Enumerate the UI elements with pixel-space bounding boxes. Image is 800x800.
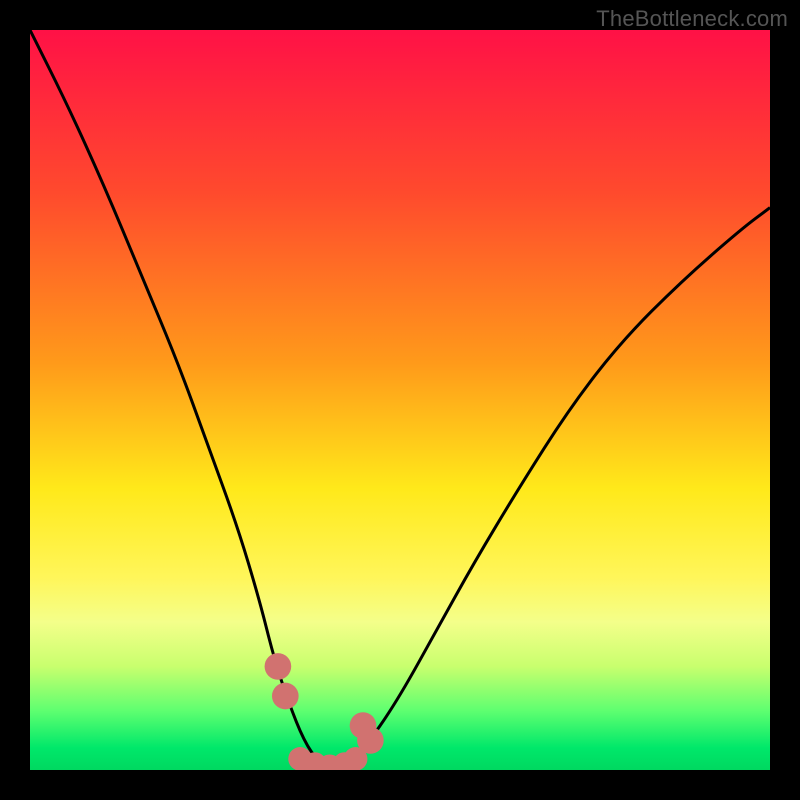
plot-area: [30, 30, 770, 770]
left-cluster-upper: [265, 653, 292, 680]
bottleneck-chart: [30, 30, 770, 770]
left-cluster-lower: [272, 683, 299, 710]
watermark-text: TheBottleneck.com: [596, 6, 788, 32]
chart-frame: TheBottleneck.com: [0, 0, 800, 800]
gradient-background: [30, 30, 770, 770]
bottom-dot-5: [344, 747, 368, 770]
